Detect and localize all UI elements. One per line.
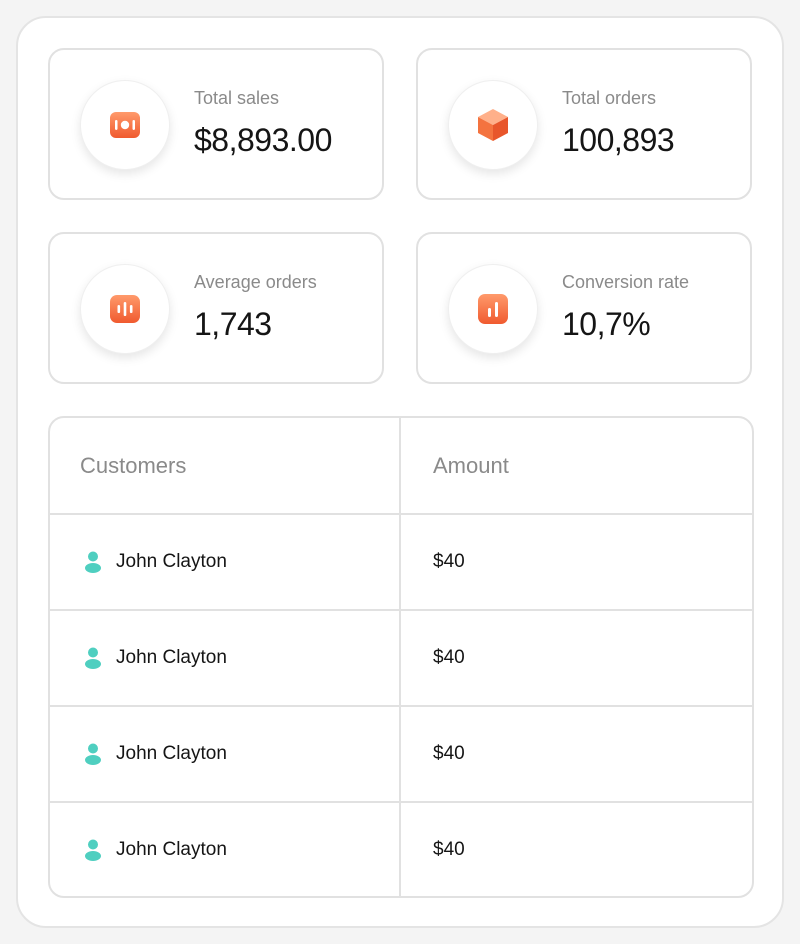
customer-cell: John Clayton [50,707,401,801]
dashboard-panel: Total sales $8,893.00 Total orders 100,8… [16,16,784,928]
table-row[interactable]: John Clayton $40 [50,513,752,609]
customer-name: John Clayton [116,647,227,668]
stat-label: Total orders [562,88,657,108]
amount-header: Amount [433,452,509,478]
wallet-icon [110,112,140,138]
stat-value: 100,893 [562,122,675,158]
stat-card-conversion-rate: Conversion rate 10,7% [416,232,752,384]
stat-value: 1,743 [194,306,272,342]
amount-cell: $40 [401,515,752,609]
amount-cell: $40 [401,611,752,705]
table-header-row: Customers Amount [50,418,752,513]
customer-name: John Clayton [116,839,227,860]
person-icon [85,839,101,861]
stat-value: $8,893.00 [194,122,332,158]
amount-value: $40 [433,551,465,572]
stat-label: Average orders [194,272,317,292]
box-icon-badge [448,80,538,170]
chart-icon-badge [448,264,538,354]
stat-card-total-orders: Total orders 100,893 [416,48,752,200]
amount-header-cell: Amount [401,418,752,513]
table-row[interactable]: John Clayton $40 [50,801,752,896]
person-icon [85,647,101,669]
customer-cell: John Clayton [50,611,401,705]
table-row[interactable]: John Clayton $40 [50,609,752,705]
person-icon [85,743,101,765]
customer-cell: John Clayton [50,803,401,896]
amount-value: $40 [433,647,465,668]
customers-header: Customers [80,452,187,478]
chart-icon [478,294,508,324]
wallet-icon-badge [80,80,170,170]
amount-cell: $40 [401,803,752,896]
customers-table: Customers Amount John Clayton $40 John C… [48,416,754,898]
customer-cell: John Clayton [50,515,401,609]
amount-cell: $40 [401,707,752,801]
customer-name: John Clayton [116,551,227,572]
stat-label: Total sales [194,88,280,108]
amount-value: $40 [433,743,465,764]
stat-value: 10,7% [562,306,651,342]
stat-card-average-orders: Average orders 1,743 [48,232,384,384]
table-row[interactable]: John Clayton $40 [50,705,752,801]
customer-name: John Clayton [116,743,227,764]
customers-header-cell: Customers [50,418,401,513]
stat-card-total-sales: Total sales $8,893.00 [48,48,384,200]
stat-label: Conversion rate [562,272,690,292]
box-icon [478,109,508,141]
amount-value: $40 [433,839,465,860]
bars-icon [110,295,140,323]
person-icon [85,551,101,573]
bars-icon-badge [80,264,170,354]
